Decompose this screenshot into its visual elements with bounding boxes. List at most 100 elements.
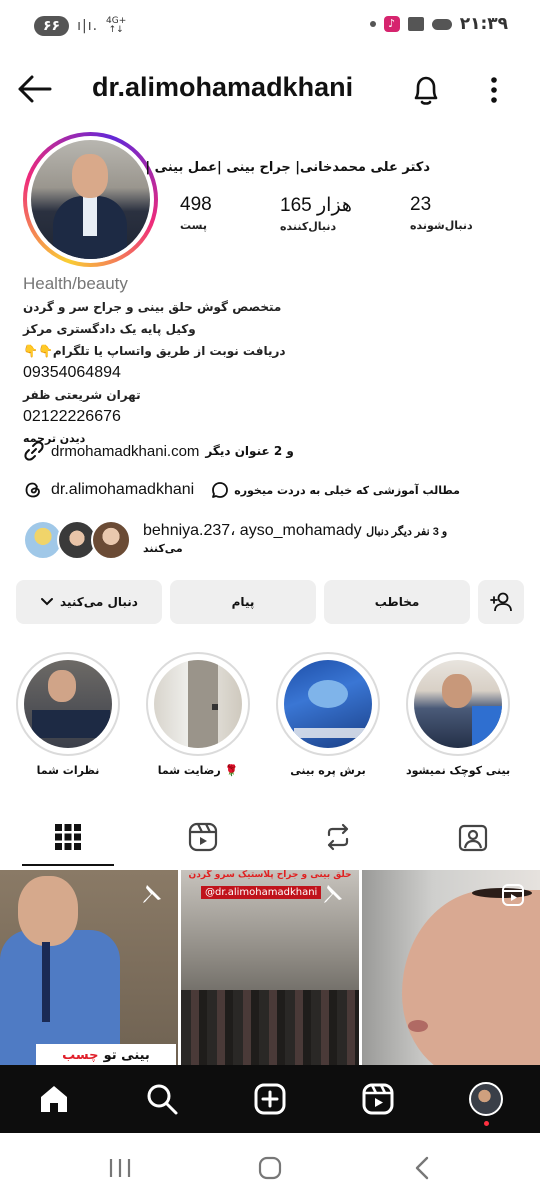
threads-badge[interactable]: dr.alimohamadkhani مطالب آموزشی که خیلی … bbox=[23, 480, 460, 500]
cloud-icon bbox=[431, 18, 452, 30]
reels-icon bbox=[362, 1083, 394, 1115]
chat-bubble-icon bbox=[212, 482, 229, 498]
highlight-cover bbox=[284, 660, 372, 748]
stat-posts-count: 498 bbox=[180, 194, 212, 215]
stat-followers-count: 165 هزار bbox=[280, 195, 352, 216]
network-type: 4G+ ↑↓ bbox=[106, 16, 127, 35]
reels-icon bbox=[188, 822, 217, 852]
status-bar: ۶۶ ı|ı. 4G+ ↑↓ ♪ ۲۱:۳۹ bbox=[0, 0, 540, 58]
nav-home[interactable] bbox=[34, 1079, 74, 1119]
bio-line: متخصص گوش حلق بینی و جراح سر و گردن bbox=[23, 300, 282, 314]
avatar-photo bbox=[31, 140, 150, 259]
highlight-cover bbox=[154, 660, 242, 748]
highlight-label: برش پره بینی bbox=[290, 764, 366, 777]
stat-posts[interactable]: 498 پست bbox=[180, 194, 212, 232]
nav-profile[interactable] bbox=[466, 1079, 506, 1119]
system-back-button[interactable] bbox=[402, 1153, 442, 1183]
bio-phone[interactable]: 02122226676 bbox=[23, 406, 523, 428]
status-left: ۶۶ ı|ı. 4G+ ↑↓ bbox=[34, 16, 126, 36]
message-button-label: پیام bbox=[231, 595, 255, 609]
nav-reels[interactable] bbox=[358, 1079, 398, 1119]
pin-icon bbox=[143, 885, 161, 903]
reel-icon bbox=[502, 884, 524, 906]
following-button-label: دنبال می‌کنید bbox=[60, 595, 138, 609]
pin-icon bbox=[324, 885, 342, 903]
recent-apps-icon bbox=[109, 1159, 131, 1177]
more-vertical-icon bbox=[491, 77, 497, 103]
stat-followers[interactable]: 165 هزار دنبال‌کننده bbox=[280, 194, 352, 233]
notification-dot bbox=[484, 1121, 489, 1126]
recent-apps-button[interactable] bbox=[100, 1153, 140, 1183]
highlight-label: رضایت شما 🌹 bbox=[157, 764, 239, 777]
threads-tag-text: مطالب آموزشی که خیلی به دردت میخوره bbox=[234, 483, 460, 497]
post-thumbnail[interactable]: بینی تو چسب bbox=[0, 870, 178, 1065]
followed-by[interactable]: behniya.237، ayso_mohamady و 3 نفر دیگر … bbox=[23, 518, 523, 564]
system-navigation-bar bbox=[0, 1133, 540, 1200]
highlight-item[interactable]: نظرات شما bbox=[16, 652, 120, 777]
highlight-cover bbox=[24, 660, 112, 748]
highlight-item[interactable]: برش پره بینی bbox=[276, 652, 380, 777]
bio-phone[interactable]: 09354064894 bbox=[23, 362, 523, 384]
chevron-down-icon bbox=[41, 598, 54, 606]
highlight-item[interactable]: رضایت شما 🌹 bbox=[146, 652, 250, 777]
profile-avatar-icon bbox=[469, 1082, 503, 1116]
profile-avatar[interactable] bbox=[23, 132, 158, 267]
status-right: ♪ ۲۱:۳۹ bbox=[369, 14, 508, 34]
add-user-icon bbox=[490, 592, 512, 612]
highlight-cover bbox=[414, 660, 502, 748]
nav-create[interactable] bbox=[250, 1079, 290, 1119]
back-arrow-icon bbox=[18, 75, 52, 103]
stat-posts-label: پست bbox=[180, 219, 207, 232]
following-button[interactable]: دنبال می‌کنید bbox=[16, 580, 162, 624]
home-circle-icon bbox=[258, 1156, 282, 1180]
battery-indicator: ۶۶ bbox=[34, 16, 70, 36]
threads-handle[interactable]: dr.alimohamadkhani bbox=[51, 481, 194, 499]
threads-icon bbox=[25, 482, 40, 498]
profile-link[interactable]: drmohamadkhani.com و 2 عنوان دیگر bbox=[23, 440, 294, 462]
more-options-button[interactable] bbox=[480, 72, 508, 108]
highlight-label: بینی کوچک نمیشود bbox=[406, 764, 511, 777]
notifications-button[interactable] bbox=[408, 72, 444, 108]
tab-reels[interactable] bbox=[135, 806, 270, 868]
profile-category: Health/beauty bbox=[23, 274, 128, 293]
chevron-left-icon bbox=[415, 1156, 429, 1180]
message-icon bbox=[407, 17, 424, 31]
link-extra[interactable]: و 2 عنوان دیگر bbox=[205, 444, 293, 458]
suggested-users-button[interactable] bbox=[478, 580, 524, 624]
bottom-navigation bbox=[0, 1065, 540, 1133]
message-button[interactable]: پیام bbox=[170, 580, 316, 624]
active-tab-indicator bbox=[22, 864, 114, 866]
tab-posts-grid[interactable] bbox=[0, 806, 135, 868]
bio-line: دریافت نوبت از طریق واتساپ یا تلگرام👇👇 bbox=[23, 344, 286, 358]
link-url[interactable]: drmohamadkhani.com bbox=[51, 443, 199, 460]
back-button[interactable] bbox=[16, 72, 52, 106]
tab-reposts[interactable] bbox=[270, 806, 405, 868]
followed-by-text: behniya.237، ayso_mohamady و 3 نفر دیگر … bbox=[143, 520, 523, 540]
post-overlay-handle: @dr.alimohamadkhani bbox=[201, 886, 322, 899]
profile-header: dr.alimohamadkhani bbox=[0, 58, 540, 120]
nav-search[interactable] bbox=[142, 1079, 182, 1119]
stat-followers-label: دنبال‌کننده bbox=[280, 220, 337, 233]
contact-button-label: مخاطب bbox=[374, 595, 420, 609]
posts-grid: بینی تو چسب حلق بینی و جراح پلاستیک سرو … bbox=[0, 870, 540, 1065]
highlight-label: نظرات شما bbox=[36, 764, 100, 777]
search-icon bbox=[147, 1084, 178, 1115]
bio-address: تهران شریعتی ظفر bbox=[23, 388, 141, 402]
followed-by-suffix: و 3 نفر دیگر دنبال bbox=[366, 526, 448, 538]
contact-button[interactable]: مخاطب bbox=[324, 580, 470, 624]
threads-tag[interactable]: مطالب آموزشی که خیلی به دردت میخوره bbox=[210, 480, 460, 500]
post-overlay-text: بینی تو bbox=[103, 1048, 150, 1063]
followed-by-names: behniya.237، ayso_mohamady bbox=[143, 522, 362, 539]
post-thumbnail[interactable] bbox=[362, 870, 540, 1065]
stat-following[interactable]: 23 دنبال‌شونده bbox=[410, 194, 473, 232]
profile-username: dr.alimohamadkhani bbox=[92, 72, 354, 102]
stat-following-count: 23 bbox=[410, 194, 432, 215]
home-button[interactable] bbox=[250, 1153, 290, 1183]
profile-tabs bbox=[0, 806, 540, 868]
tab-tagged[interactable] bbox=[405, 806, 540, 868]
post-thumbnail[interactable]: حلق بینی و جراح پلاستیک سرو گردن @dr.ali… bbox=[181, 870, 359, 1065]
tagged-person-icon bbox=[458, 824, 487, 852]
follower-avatar bbox=[91, 520, 131, 560]
repost-icon bbox=[327, 823, 348, 851]
highlight-item[interactable]: بینی کوچک نمیشود bbox=[406, 652, 510, 777]
